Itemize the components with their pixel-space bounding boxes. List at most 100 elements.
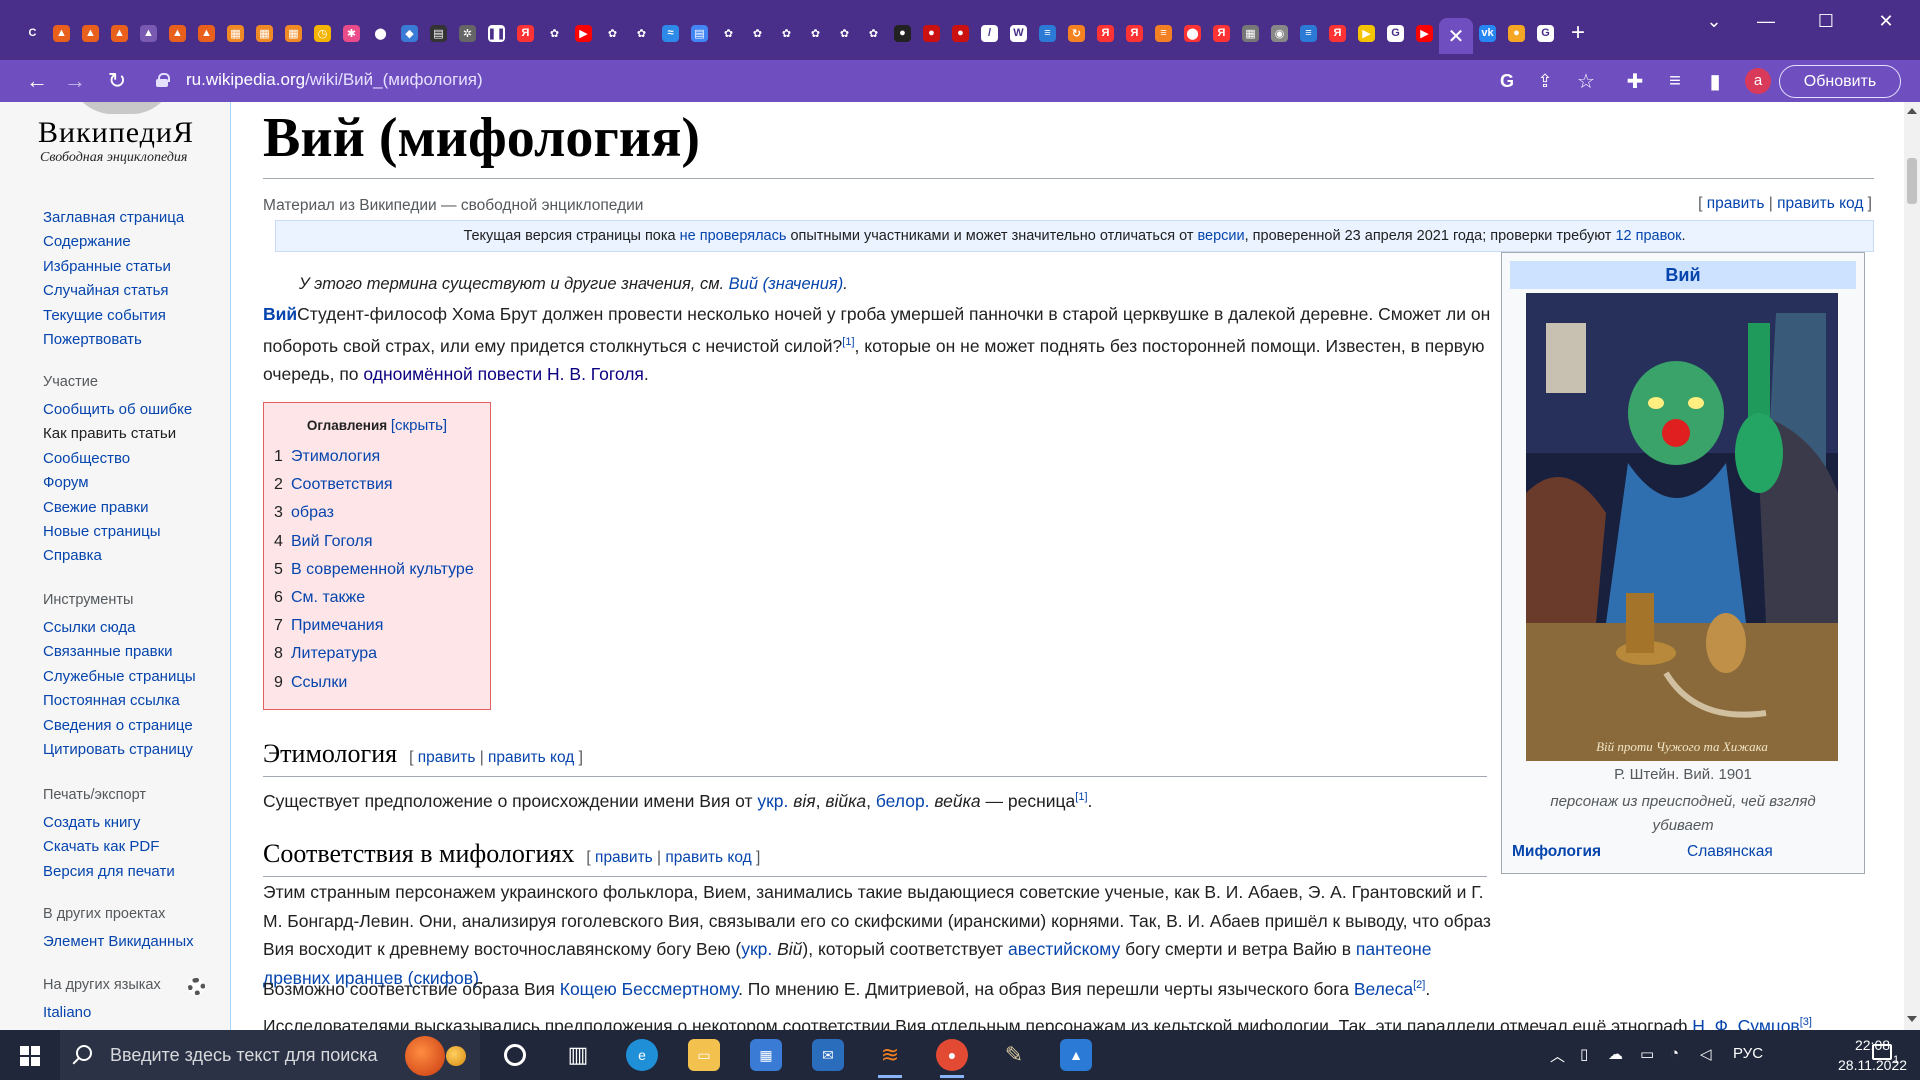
pending-edits-link[interactable]: 12 правок: [1615, 228, 1681, 244]
toc-link[interactable]: См. также: [291, 589, 365, 606]
not-checked-link[interactable]: не проверялась: [680, 228, 787, 244]
minimize-icon[interactable]: —: [1748, 6, 1784, 36]
tab-wikipedia-34[interactable]: W: [1004, 18, 1033, 48]
active-tab-close-icon[interactable]: ✕: [1439, 18, 1473, 54]
tab-yandex-37[interactable]: Я: [1091, 18, 1120, 48]
sumtsov-link[interactable]: Н. Ф. Сумцов: [1692, 1016, 1799, 1030]
tab-chatgpt-20[interactable]: ✿: [598, 18, 627, 48]
tab-letter-c-0[interactable]: С: [18, 18, 47, 48]
tab-flame-2[interactable]: ▲: [76, 18, 105, 48]
tab-pause-16[interactable]: ❚❚: [482, 18, 511, 48]
sidebar-item-participation-2[interactable]: Сообщество: [43, 447, 192, 471]
tab-chatgpt-26[interactable]: ✿: [772, 18, 801, 48]
wiki-logo-title[interactable]: ВикипедиЯ: [38, 116, 194, 150]
sidebar-item-main-3[interactable]: Случайная статья: [43, 279, 184, 303]
toc-hide-link[interactable]: [скрыть]: [391, 417, 447, 434]
mail-icon[interactable]: ✉: [812, 1039, 844, 1071]
extensions-icon[interactable]: ✚: [1622, 68, 1648, 94]
tab-yandex-45[interactable]: Я: [1323, 18, 1352, 48]
sidebar-item-language-0[interactable]: Italiano: [43, 1001, 161, 1025]
reading-list-icon[interactable]: ≡: [1662, 68, 1688, 94]
tab-refresh-36[interactable]: ↻: [1062, 18, 1091, 48]
infobox-value[interactable]: Славянская: [1687, 843, 1773, 861]
toc-link[interactable]: Этимология: [291, 448, 380, 465]
edge-icon[interactable]: e: [626, 1039, 658, 1071]
tab-chatgpt-24[interactable]: ✿: [714, 18, 743, 48]
tab-red-circle-32[interactable]: ●: [946, 18, 975, 48]
notification-center-icon[interactable]: [1872, 1044, 1892, 1060]
share-icon[interactable]: ⇪: [1532, 68, 1558, 94]
store-icon[interactable]: ▦: [750, 1039, 782, 1071]
toc-link[interactable]: Вий Гоголя: [291, 533, 373, 550]
tab-blocks-7[interactable]: ▦: [221, 18, 250, 48]
tab-google-47[interactable]: G: [1381, 18, 1410, 48]
version-link[interactable]: версии: [1198, 228, 1245, 244]
sidebar-item-main-4[interactable]: Текущие события: [43, 304, 184, 328]
side-panel-icon[interactable]: ▮: [1702, 68, 1728, 94]
tab-github-30[interactable]: ●: [888, 18, 917, 48]
gogol-story-link[interactable]: одноимённой повести Н. В. Гоголя: [363, 364, 643, 384]
sidebar-item-participation-0[interactable]: Сообщить об ошибке: [43, 398, 192, 422]
sidebar-item-participation-5[interactable]: Новые страницы: [43, 520, 192, 544]
tab-chatgpt-18[interactable]: ✿: [540, 18, 569, 48]
sidebar-item-main-5[interactable]: Пожертвовать: [43, 328, 184, 352]
scroll-thumb[interactable]: [1907, 158, 1917, 204]
tab-play-yellow-46[interactable]: ▶: [1352, 18, 1381, 48]
tab-book-14[interactable]: ▤: [424, 18, 453, 48]
sidebar-item-main-2[interactable]: Избранные статьи: [43, 255, 184, 279]
back-icon[interactable]: ←: [24, 68, 50, 94]
ref-3[interactable]: [3]: [1800, 1016, 1812, 1028]
bookmark-star-icon[interactable]: ☆: [1573, 68, 1599, 94]
sublime-icon[interactable]: ≋: [874, 1039, 906, 1078]
sidebar-item-tools-5[interactable]: Цитировать страницу: [43, 738, 196, 762]
wiki-globe-logo[interactable]: [70, 102, 174, 114]
tab-chatgpt-29[interactable]: ✿: [859, 18, 888, 48]
sidebar-item-tools-3[interactable]: Постоянная ссылка: [43, 689, 196, 713]
close-window-icon[interactable]: ✕: [1868, 6, 1904, 36]
sidebar-item-participation-1[interactable]: Как править статьи: [43, 422, 192, 446]
tab-doc-23[interactable]: ▤: [685, 18, 714, 48]
page-scrollbar[interactable]: [1904, 102, 1920, 1030]
task-view-icon[interactable]: ▥: [562, 1039, 594, 1071]
google-translate-icon[interactable]: G: [1494, 68, 1520, 94]
tab-search-chevron-icon[interactable]: ⌄: [1696, 6, 1732, 36]
tab-flame-6[interactable]: ▲: [192, 18, 221, 48]
sidebar-item-main-1[interactable]: Содержание: [43, 230, 184, 254]
wifi-icon[interactable]: ◔: [1670, 1045, 1679, 1062]
toc-item[interactable]: 1 Этимология: [274, 443, 474, 471]
sidebar-item-tools-2[interactable]: Служебные страницы: [43, 665, 196, 689]
chrome-icon[interactable]: ●: [936, 1039, 968, 1078]
tab-stack-44[interactable]: ≡: [1294, 18, 1323, 48]
maximize-icon[interactable]: ☐: [1808, 6, 1844, 36]
ref-1[interactable]: [1]: [842, 336, 854, 348]
ref-2[interactable]: [2]: [1413, 979, 1425, 991]
tab-map-pin-40[interactable]: ⬤: [1178, 18, 1207, 48]
tab-blocks-8[interactable]: ▦: [250, 18, 279, 48]
toc-item[interactable]: 9 Ссылки: [274, 669, 474, 697]
tab-yandex-38[interactable]: Я: [1120, 18, 1149, 48]
ukrainian-lang-link[interactable]: укр.: [757, 791, 788, 811]
device-icon[interactable]: ▯: [1580, 1045, 1588, 1063]
reload-icon[interactable]: ↻: [104, 68, 130, 94]
input-language[interactable]: РУС: [1733, 1045, 1763, 1062]
edit-source-link[interactable]: править код: [1777, 195, 1863, 212]
toc-link[interactable]: В современной культуре: [291, 561, 474, 578]
tray-chevron-icon[interactable]: ︿: [1550, 1045, 1565, 1066]
toc-link[interactable]: Соответствия: [291, 476, 393, 493]
sidebar-item-tools-4[interactable]: Сведения о странице: [43, 714, 196, 738]
belarusian-lang-link[interactable]: белор.: [876, 791, 930, 811]
lock-icon[interactable]: [156, 73, 170, 87]
infobox-key[interactable]: Мифология: [1512, 843, 1601, 860]
forward-icon[interactable]: →: [62, 68, 88, 94]
bold-term[interactable]: Вий: [263, 304, 297, 324]
disambiguation-link[interactable]: Вий (значения): [729, 275, 844, 293]
tab-chatgpt-25[interactable]: ✿: [743, 18, 772, 48]
toc-link[interactable]: Ссылки: [291, 674, 347, 691]
sidebar-item-participation-6[interactable]: Справка: [43, 544, 192, 568]
tab-chatgpt-28[interactable]: ✿: [830, 18, 859, 48]
tab-flame-5[interactable]: ▲: [163, 18, 192, 48]
tab-flame-4[interactable]: ▲: [134, 18, 163, 48]
sidebar-item-print-1[interactable]: Скачать как PDF: [43, 835, 175, 859]
tab-table-42[interactable]: ▦: [1236, 18, 1265, 48]
windows-start-icon[interactable]: [20, 1046, 40, 1066]
